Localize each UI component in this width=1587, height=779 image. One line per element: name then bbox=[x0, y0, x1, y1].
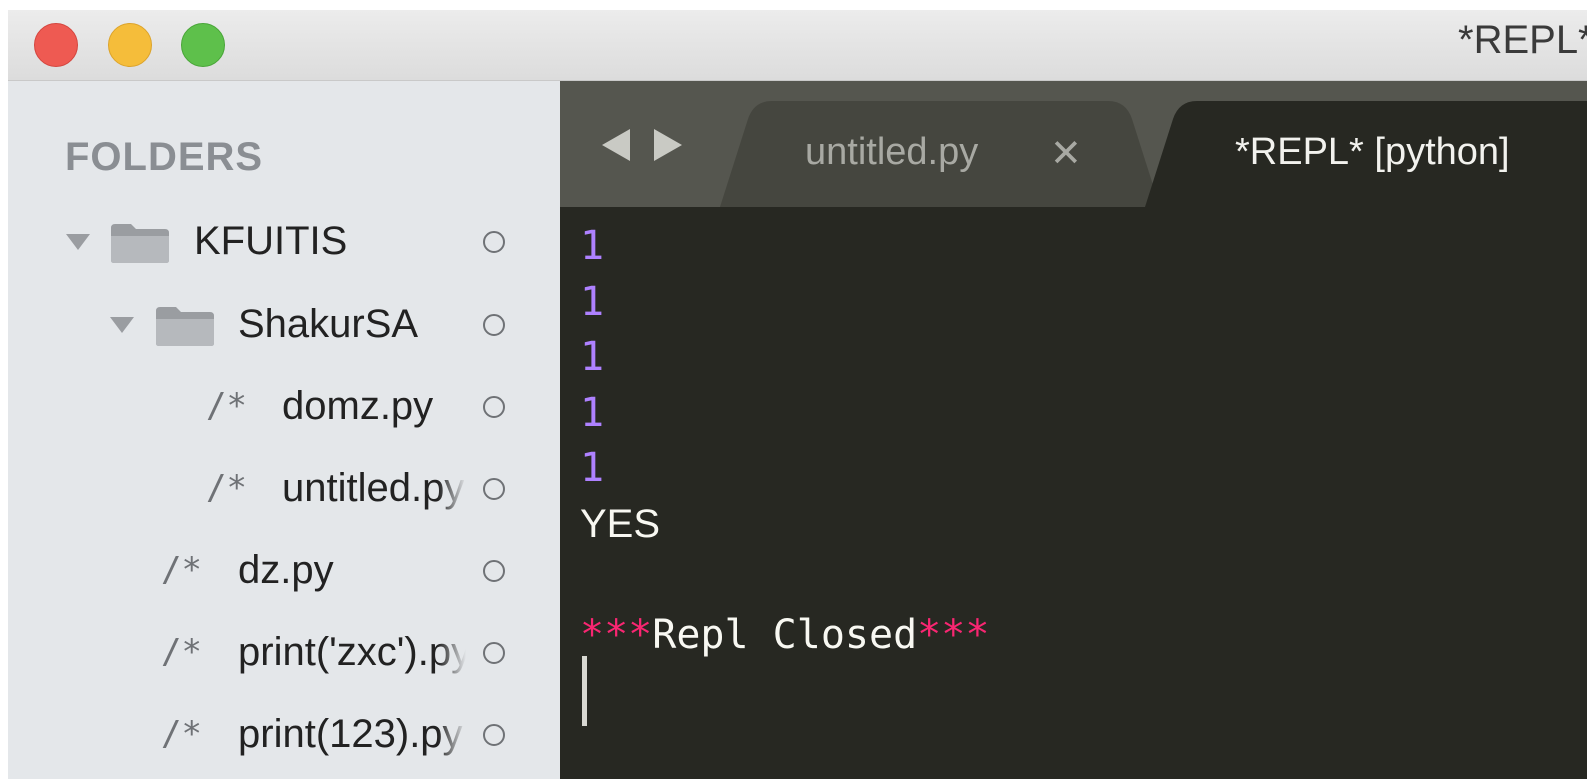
label-fade bbox=[438, 458, 478, 518]
item-status-circle-icon bbox=[483, 724, 505, 746]
text-cursor bbox=[582, 656, 587, 726]
sidebar: FOLDERS KFUITIS ShakurSA /* domz.py /* u… bbox=[8, 81, 560, 779]
app-window: *REPL* [python] FOLDERS KFUITIS ShakurSA bbox=[8, 10, 1587, 779]
output-result: YES bbox=[580, 501, 661, 546]
label-fade bbox=[438, 704, 478, 764]
minimize-window-button[interactable] bbox=[108, 23, 152, 67]
repl-output[interactable]: 1 1 1 1 1 YES ***Repl Closed*** bbox=[580, 219, 989, 663]
folder-icon bbox=[111, 224, 169, 263]
window-title: *REPL* [python] bbox=[1458, 18, 1587, 62]
tree-file-print-123[interactable]: /* print(123).py bbox=[8, 704, 560, 764]
tab-repl-python[interactable]: *REPL* [python] bbox=[1145, 101, 1587, 207]
tab-bar: untitled.py ✕ *REPL* [python] bbox=[560, 81, 1587, 207]
tree-item-label: print('zxc').py bbox=[238, 630, 470, 674]
tree-item-label: print(123).py bbox=[238, 712, 463, 756]
tree-folder-shakursa[interactable]: ShakurSA bbox=[8, 294, 560, 354]
tree-item-label: ShakurSA bbox=[238, 302, 419, 346]
tab-label: untitled.py bbox=[805, 131, 979, 173]
item-status-circle-icon bbox=[483, 396, 505, 418]
file-icon: /* bbox=[161, 550, 202, 590]
item-status-circle-icon bbox=[483, 642, 505, 664]
tab-next-arrow-icon[interactable] bbox=[654, 129, 682, 161]
stars-left: *** bbox=[580, 611, 653, 658]
tab-untitled-py[interactable]: untitled.py ✕ bbox=[720, 101, 1160, 207]
tree-item-label: domz.py bbox=[282, 384, 434, 428]
tree-file-print-zxc[interactable]: /* print('zxc').py bbox=[8, 622, 560, 682]
title-bar: *REPL* [python] bbox=[8, 10, 1587, 81]
tree-file-domz[interactable]: /* domz.py bbox=[8, 376, 560, 436]
output-line: 1 bbox=[580, 334, 605, 380]
file-icon: /* bbox=[206, 468, 247, 508]
file-icon: /* bbox=[206, 386, 247, 426]
item-status-circle-icon bbox=[483, 478, 505, 500]
repl-closed-text: Repl Closed bbox=[652, 611, 918, 658]
folders-header: FOLDERS bbox=[65, 135, 264, 179]
tab-label: *REPL* [python] bbox=[1235, 131, 1510, 173]
disclosure-expanded-icon[interactable] bbox=[110, 317, 134, 333]
tree-item-label: KFUITIS bbox=[194, 219, 348, 263]
editor-area: untitled.py ✕ *REPL* [python] 1 1 1 1 1 … bbox=[560, 81, 1587, 779]
item-status-circle-icon bbox=[483, 314, 505, 336]
output-line: 1 bbox=[580, 278, 605, 325]
folder-icon bbox=[156, 307, 214, 346]
tree-item-label: untitled.py bbox=[282, 466, 465, 510]
item-status-circle-icon bbox=[483, 560, 505, 582]
tab-close-icon[interactable]: ✕ bbox=[1050, 131, 1082, 175]
output-line: 1 bbox=[580, 445, 605, 491]
output-line: 1 bbox=[580, 223, 605, 269]
maximize-window-button[interactable] bbox=[181, 23, 225, 67]
tab-prev-arrow-icon[interactable] bbox=[602, 129, 630, 161]
file-icon: /* bbox=[161, 632, 202, 672]
tree-file-untitled[interactable]: /* untitled.py bbox=[8, 458, 560, 518]
file-icon: /* bbox=[161, 714, 202, 754]
item-status-circle-icon bbox=[483, 231, 505, 253]
repl-closed-message: ***Repl Closed*** bbox=[580, 608, 989, 664]
stars-right: *** bbox=[917, 611, 990, 658]
tree-item-label: dz.py bbox=[238, 548, 334, 592]
label-fade bbox=[438, 622, 478, 682]
output-line: 1 bbox=[580, 389, 605, 436]
tab-navigation-arrows bbox=[602, 129, 682, 161]
tree-folder-kfuitis[interactable]: KFUITIS bbox=[8, 211, 560, 271]
close-window-button[interactable] bbox=[34, 23, 78, 67]
tree-file-dz[interactable]: /* dz.py bbox=[8, 540, 560, 600]
disclosure-expanded-icon[interactable] bbox=[66, 234, 90, 250]
